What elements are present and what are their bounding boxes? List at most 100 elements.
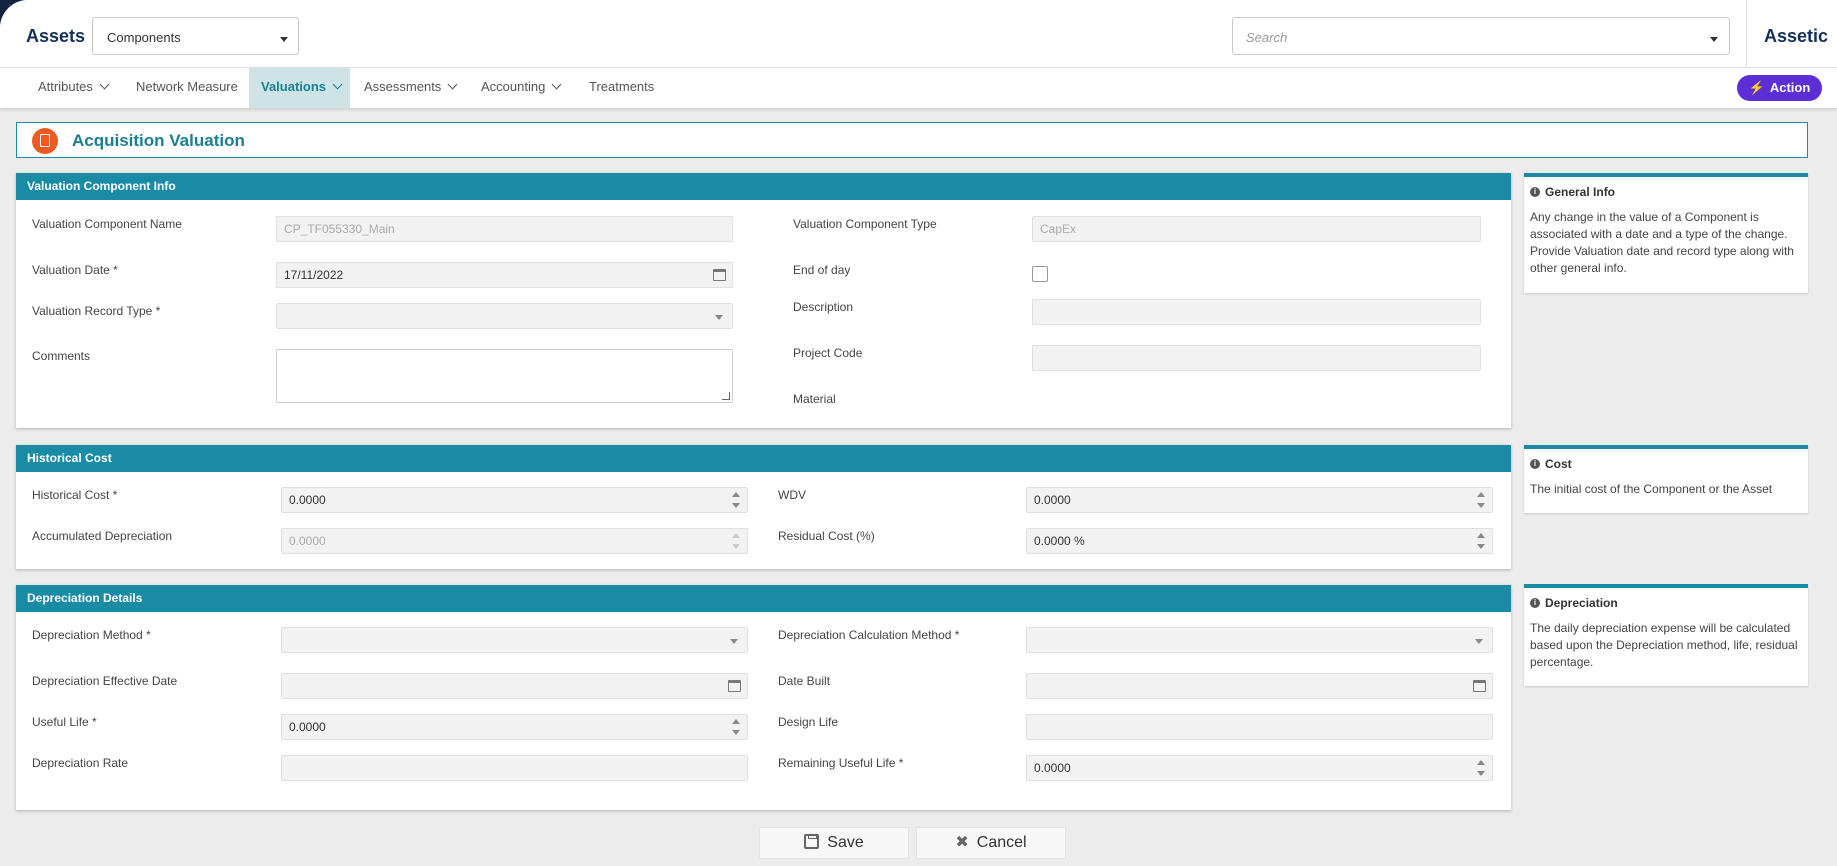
design-life-label: Design Life	[778, 715, 839, 729]
chevron-down-icon	[99, 79, 110, 90]
panel-heading: Depreciation Details	[16, 585, 1511, 612]
page-title-bar: Acquisition Valuation	[16, 122, 1808, 158]
valuation-date-field[interactable]: 17/11/2022	[276, 262, 733, 288]
wdv-input[interactable]: 0.0000	[1026, 487, 1493, 513]
calendar-icon[interactable]	[713, 269, 726, 281]
record-type-select[interactable]	[276, 303, 733, 329]
card-body: The initial cost of the Component or the…	[1530, 482, 1773, 496]
record-type-label: Valuation Record Type *	[32, 304, 161, 318]
component-name-label: Valuation Component Name	[32, 217, 182, 231]
remaining-life-value: 0.0000	[1034, 761, 1071, 775]
date-built-label: Date Built	[778, 674, 831, 688]
calc-method-select[interactable]	[1026, 627, 1493, 653]
brand-logo: Assetic	[1764, 26, 1829, 46]
info-icon: i	[1530, 598, 1540, 608]
stepper-icon[interactable]	[732, 491, 740, 509]
accum-dep-value: 0.0000	[289, 534, 326, 548]
panel-heading: Valuation Component Info	[16, 173, 1511, 200]
nav-label: Accounting	[481, 79, 546, 94]
stepper-icon[interactable]	[732, 718, 740, 736]
end-of-day-checkbox[interactable]	[1032, 266, 1048, 282]
nav-item-network-measure[interactable]: Network Measure	[124, 68, 248, 108]
panel-heading: Historical Cost	[16, 445, 1511, 472]
valuation-date-value: 17/11/2022	[284, 268, 344, 282]
nav-item-valuations[interactable]: Valuations	[249, 68, 350, 108]
calc-method-label: Depreciation Calculation Method *	[778, 628, 960, 642]
module-select[interactable]: Components	[92, 17, 299, 55]
dep-method-select[interactable]	[281, 627, 748, 653]
project-code-field[interactable]	[1032, 345, 1481, 371]
chevron-down-icon	[447, 79, 458, 90]
nav-item-accounting[interactable]: Accounting	[469, 68, 573, 108]
cancel-label: Cancel	[976, 834, 1027, 851]
remaining-life-input[interactable]: 0.0000	[1026, 755, 1493, 781]
component-type-label: Valuation Component Type	[793, 217, 937, 231]
general-info-card: i General Info Any change in the value o…	[1524, 173, 1808, 293]
nav-label: Valuations	[261, 79, 327, 94]
card-title: Cost	[1545, 457, 1572, 471]
nav-label: Assessments	[364, 79, 442, 94]
design-life-field[interactable]	[1026, 714, 1493, 740]
stepper-icon[interactable]	[1477, 491, 1485, 509]
useful-life-label: Useful Life *	[32, 715, 97, 729]
app-window: Assets Components Search Assetic Attribu…	[0, 0, 1837, 866]
useful-life-value: 0.0000	[289, 720, 326, 734]
info-icon: i	[1530, 459, 1540, 469]
historical-cost-input[interactable]: 0.0000	[281, 487, 748, 513]
nav-item-treatments[interactable]: Treatments	[577, 68, 667, 108]
search-input[interactable]: Search	[1232, 17, 1730, 55]
effective-date-field[interactable]	[281, 673, 748, 699]
app-title: Assets	[26, 26, 86, 46]
calendar-icon[interactable]	[728, 680, 741, 692]
wdv-label: WDV	[778, 488, 806, 502]
close-icon: ✖	[955, 834, 969, 851]
module-select-value: Components	[107, 30, 181, 45]
nav-label: Network Measure	[136, 79, 238, 94]
material-label: Material	[793, 392, 836, 406]
historical-cost-panel: Historical Cost Historical Cost * 0.0000…	[16, 445, 1511, 569]
nav-label: Attributes	[38, 79, 93, 94]
chevron-down-icon	[551, 79, 562, 90]
cost-info-card: i Cost The initial cost of the Component…	[1524, 445, 1808, 513]
comments-textarea[interactable]	[276, 349, 733, 403]
save-button[interactable]: Save	[759, 827, 909, 859]
nav-item-attributes[interactable]: Attributes	[26, 68, 122, 108]
description-label: Description	[793, 300, 854, 314]
nav-label: Treatments	[589, 79, 655, 94]
date-built-field[interactable]	[1026, 673, 1493, 699]
card-heading: i Depreciation	[1530, 596, 1802, 610]
calendar-icon[interactable]	[1473, 680, 1486, 692]
dep-method-label: Depreciation Method *	[32, 628, 151, 642]
card-heading: i Cost	[1530, 457, 1802, 471]
header-divider	[1746, 0, 1747, 67]
dep-rate-field	[281, 755, 748, 781]
end-of-day-label: End of day	[793, 263, 851, 277]
clipboard-icon	[32, 128, 58, 154]
valuation-date-label: Valuation Date *	[32, 263, 118, 277]
info-icon: i	[1530, 187, 1540, 197]
cancel-button[interactable]: ✖ Cancel	[916, 827, 1066, 859]
wdv-value: 0.0000	[1034, 493, 1071, 507]
module-nav: Attributes Network Measure Valuations As…	[0, 68, 1837, 108]
page-title: Acquisition Valuation	[72, 131, 245, 150]
stepper-icon[interactable]	[1477, 759, 1485, 777]
effective-date-label: Depreciation Effective Date	[32, 674, 178, 688]
chevron-down-icon	[332, 79, 343, 90]
component-name-field: CP_TF055330_Main	[276, 216, 733, 242]
historical-cost-label: Historical Cost *	[32, 488, 118, 502]
save-label: Save	[827, 834, 864, 851]
resize-handle-icon[interactable]	[722, 392, 730, 400]
action-button[interactable]: ⚡ Action	[1737, 75, 1822, 101]
save-icon	[804, 834, 820, 849]
residual-cost-input[interactable]: 0.0000 %	[1026, 528, 1493, 554]
useful-life-input[interactable]: 0.0000	[281, 714, 748, 740]
depreciation-info-card: i Depreciation The daily depreciation ex…	[1524, 584, 1808, 686]
chevron-down-icon	[280, 37, 288, 42]
description-field[interactable]	[1032, 299, 1481, 325]
stepper-icon[interactable]	[1477, 532, 1485, 550]
nav-item-assessments[interactable]: Assessments	[352, 68, 462, 108]
stepper-icon	[732, 532, 740, 550]
card-body: Any change in the value of a Component i…	[1530, 210, 1794, 275]
top-header: Assets Components Search Assetic	[0, 0, 1837, 68]
accum-dep-label: Accumulated Depreciation	[32, 529, 173, 543]
